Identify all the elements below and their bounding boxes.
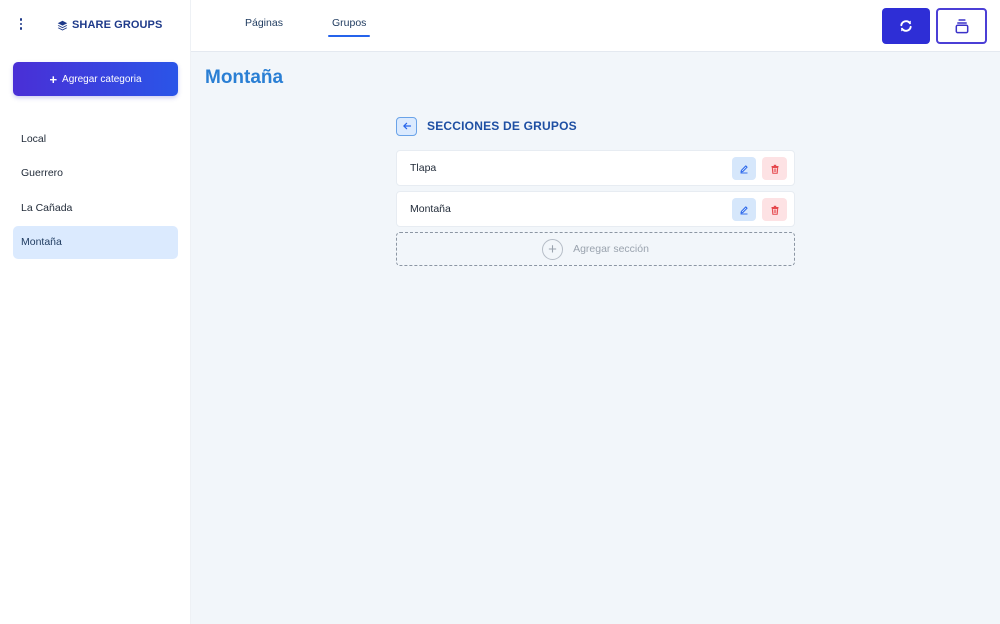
tab-label: Páginas <box>245 17 283 29</box>
refresh-button[interactable] <box>882 8 930 44</box>
sidebar-item-label: La Cañada <box>21 201 73 214</box>
sidebar-item-label: Guerrero <box>21 167 64 180</box>
section-title: SECCIONES DE GRUPOS <box>427 119 577 133</box>
tab-paginas[interactable]: Páginas <box>245 17 283 35</box>
edit-button[interactable] <box>732 198 756 221</box>
sidebar-item-montana[interactable]: Montaña <box>13 225 178 259</box>
tab-grupos[interactable]: Grupos <box>327 17 371 37</box>
brand: SHARE GROUPS <box>57 17 162 33</box>
more-options-icon[interactable] <box>14 14 28 34</box>
plus-icon: + <box>49 71 58 87</box>
section-row-label: Montaña <box>410 203 451 215</box>
sidebar-item-local[interactable]: Local <box>13 122 178 155</box>
add-category-label: Agregar categoria <box>62 73 142 85</box>
delete-button[interactable] <box>762 157 787 180</box>
edit-button[interactable] <box>732 157 756 180</box>
section-row: Montaña <box>396 191 795 227</box>
brand-title: SHARE GROUPS <box>72 19 163 31</box>
add-section-button[interactable]: + Agregar sección <box>396 232 795 266</box>
add-category-button[interactable]: + Agregar categoria <box>13 62 178 96</box>
pencil-icon <box>740 205 748 214</box>
page-title: Montaña <box>205 67 284 88</box>
section-row: Tlapa <box>396 150 795 186</box>
add-section-label: Agregar sección <box>573 243 649 255</box>
layers-icon <box>57 20 68 30</box>
top-bar: Páginas Grupos <box>191 0 1000 52</box>
plus-circle-icon: + <box>542 238 564 260</box>
pencil-icon <box>740 164 748 173</box>
sidebar: SHARE GROUPS + Agregar categoria Local G… <box>0 0 191 624</box>
tab-label: Grupos <box>332 17 367 29</box>
delete-button[interactable] <box>762 198 787 221</box>
section-header: SECCIONES DE GRUPOS <box>396 116 577 136</box>
back-button[interactable] <box>396 116 417 136</box>
sidebar-item-guerrero[interactable]: Guerrero <box>13 157 178 190</box>
stack-button[interactable] <box>936 8 987 44</box>
sidebar-item-label: Montaña <box>21 236 62 249</box>
stack-icon <box>955 19 968 34</box>
arrow-left-icon <box>402 122 411 130</box>
trash-icon <box>771 205 778 215</box>
refresh-icon <box>900 20 912 32</box>
sidebar-item-la-canada[interactable]: La Cañada <box>13 191 178 224</box>
sidebar-item-label: Local <box>21 132 47 145</box>
trash-icon <box>771 164 778 174</box>
category-list: Local Guerrero La Cañada Montaña <box>13 122 178 260</box>
sidebar-header: SHARE GROUPS <box>0 0 191 50</box>
section-row-label: Tlapa <box>410 162 437 174</box>
